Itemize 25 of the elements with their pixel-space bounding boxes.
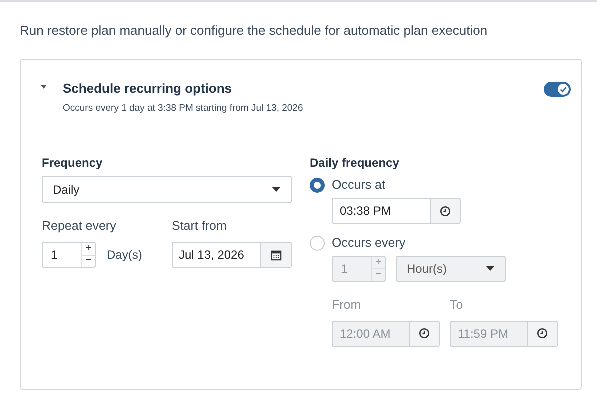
frequency-select[interactable]: Daily: [42, 176, 292, 204]
field-label: To: [450, 296, 464, 314]
check-icon: [557, 82, 570, 96]
schedule-summary: Occurs every 1 day at 3:38 PM starting from Jul 13, 2026: [63, 102, 304, 116]
clock-icon: [419, 328, 430, 339]
caret-icon: [272, 187, 281, 192]
field-label: Repeat every: [42, 218, 118, 236]
calendar-icon: [270, 250, 282, 260]
field-label: Daily frequency: [310, 155, 400, 172]
section-title: Schedule recurring options: [63, 80, 234, 98]
date-field[interactable]: Jul 13, 2026: [172, 242, 292, 268]
description-text: Run restore plan manually or configure the schedule for automatic plan execution: [20, 22, 489, 40]
field-label: From: [332, 296, 362, 314]
time-field[interactable]: 03:38 PM: [332, 198, 461, 224]
toggle-switch[interactable]: [544, 82, 571, 96]
unit-label: Day(s): [107, 247, 142, 264]
radio-label: Occurs every: [332, 235, 406, 252]
clock-icon: [440, 206, 451, 216]
radio-label: Occurs at: [332, 177, 386, 194]
caret-icon: [41, 84, 47, 88]
caret-icon: [486, 266, 495, 272]
field-label: Start from: [172, 218, 228, 236]
clock-icon: [537, 328, 548, 339]
field-label: Frequency: [42, 155, 104, 172]
radio-button[interactable]: [310, 178, 325, 194]
